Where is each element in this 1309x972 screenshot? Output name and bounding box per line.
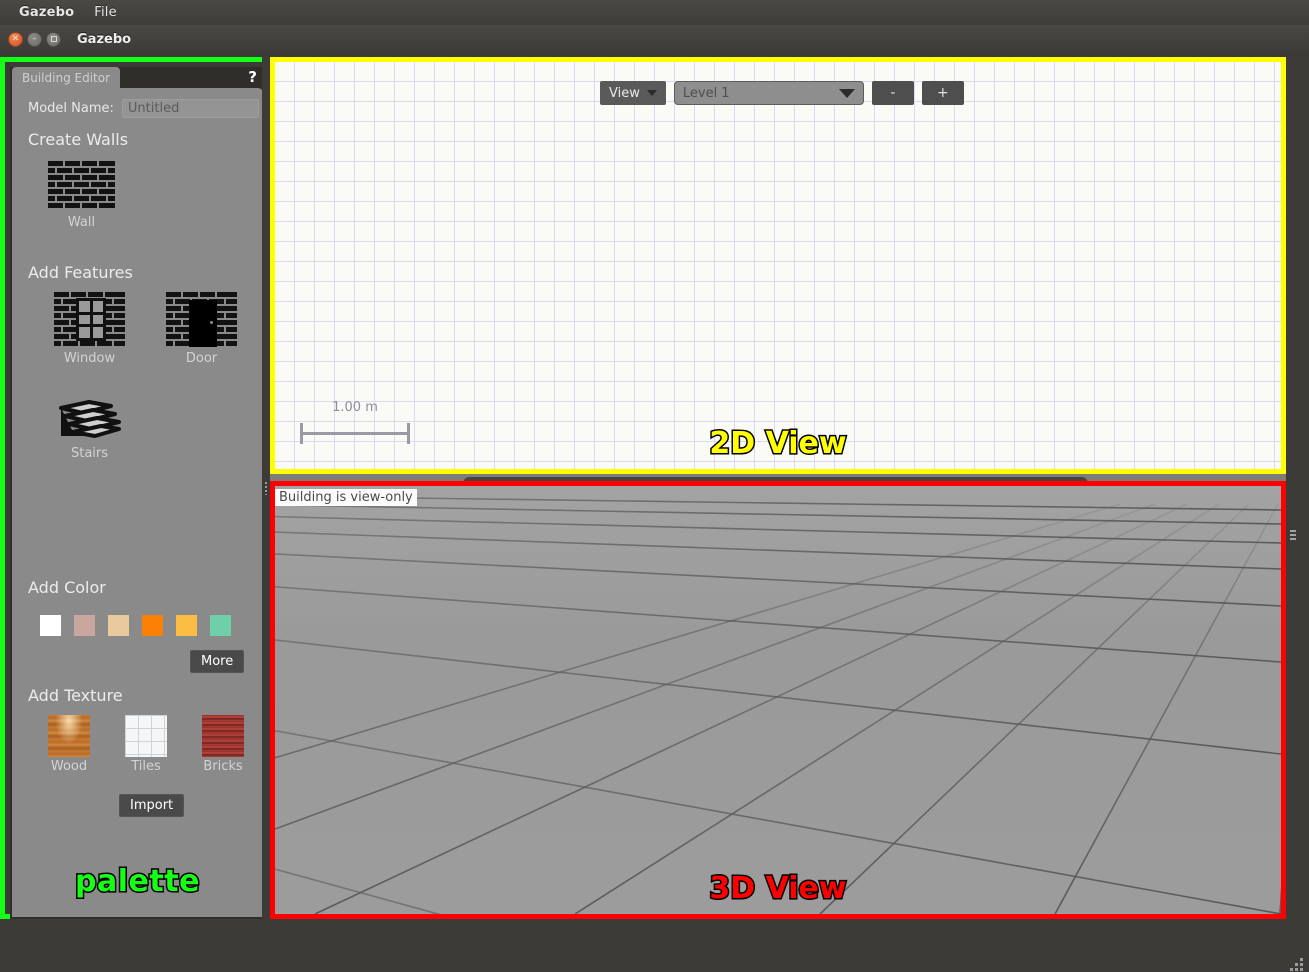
ground-grid (275, 495, 1281, 914)
texture-bricks[interactable]: Bricks (180, 715, 263, 774)
splitter-grip-icon (265, 482, 267, 495)
view2d-toolbar: View Level 1 - + (600, 81, 964, 105)
palette-annotation-box: Building Editor ? Model Name: Untitled C… (0, 57, 270, 919)
level-remove-button[interactable]: - (871, 81, 914, 105)
texture-tiles[interactable]: Tiles (103, 715, 189, 774)
color-swatch-orange[interactable] (142, 615, 163, 636)
tool-door-label: Door (185, 351, 218, 366)
view-menu-button[interactable]: View (600, 81, 666, 105)
chevron-down-icon (646, 90, 657, 96)
help-icon[interactable]: ? (248, 68, 257, 86)
view2d-annotation-label: 2D View (708, 425, 848, 463)
color-swatch-white[interactable] (40, 615, 61, 636)
tab-building-editor[interactable]: Building Editor (12, 67, 121, 88)
window-controls: ✕ – (8, 31, 61, 47)
color-swatch-dusty-rose[interactable] (74, 615, 95, 636)
window-icon (54, 292, 125, 347)
level-select[interactable]: Level 1 (673, 81, 864, 105)
bricks-texture-icon (202, 715, 244, 757)
chevron-down-icon (838, 88, 855, 98)
tool-window-label: Window (63, 351, 116, 366)
view2d-canvas[interactable]: View Level 1 - + 1.00 m 2D View (275, 62, 1281, 469)
global-menu-bar: Gazebo File (0, 0, 1309, 25)
stairs-icon (58, 398, 121, 442)
model-name-label: Model Name: (28, 101, 114, 116)
color-swatch-mint[interactable] (210, 615, 231, 636)
window-title: Gazebo (77, 31, 132, 47)
section-title-create-walls: Create Walls (28, 130, 129, 149)
main-body: Building Editor ? Model Name: Untitled C… (0, 53, 1309, 971)
section-title-add-texture: Add Texture (28, 686, 123, 705)
menu-item-gazebo[interactable]: Gazebo (9, 5, 84, 20)
model-name-row: Model Name: Untitled (28, 99, 259, 118)
view2d-annotation-box: View Level 1 - + 1.00 m 2D View (270, 57, 1286, 474)
view3d-canvas[interactable]: Building is view-only 3D View (275, 486, 1281, 914)
color-swatch-amber[interactable] (176, 615, 197, 636)
texture-wood-label: Wood (50, 759, 88, 774)
texture-bricks-label: Bricks (203, 759, 243, 774)
wood-texture-icon (48, 715, 90, 757)
palette-scroll-area: Model Name: Untitled Create Walls Wall A… (12, 88, 263, 917)
more-colors-button[interactable]: More (190, 650, 245, 673)
view-menu-label: View (609, 85, 640, 101)
palette-view-splitter[interactable] (262, 57, 270, 919)
level-select-value: Level 1 (682, 85, 730, 101)
wall-icon (48, 161, 115, 211)
section-title-add-color: Add Color (28, 578, 106, 597)
palette-annotation-label: palette (74, 863, 201, 901)
scale-label: 1.00 m (332, 400, 378, 415)
right-dock-grip-icon[interactable] (1290, 530, 1296, 542)
view3d-status-text: Building is view-only (275, 489, 417, 506)
palette-tabstrip: Building Editor ? (10, 67, 265, 88)
close-icon[interactable]: ✕ (8, 31, 23, 47)
palette-panel: Building Editor ? Model Name: Untitled C… (10, 67, 265, 919)
level-add-button[interactable]: + (921, 81, 964, 105)
minimize-icon[interactable]: – (27, 31, 42, 47)
texture-wood[interactable]: Wood (26, 715, 112, 774)
texture-tiles-label: Tiles (131, 759, 161, 774)
color-swatch-tan[interactable] (108, 615, 129, 636)
tool-window[interactable]: Window (42, 292, 137, 366)
door-icon (166, 292, 237, 347)
window-resize-grip-icon[interactable] (1290, 958, 1304, 972)
tool-stairs[interactable]: Stairs (42, 398, 137, 461)
model-name-input[interactable]: Untitled (121, 99, 259, 118)
maximize-icon[interactable] (46, 31, 61, 47)
tool-wall[interactable]: Wall (34, 161, 129, 230)
tiles-texture-icon (125, 715, 167, 757)
tool-stairs-label: Stairs (70, 446, 109, 461)
view3d-annotation-label: 3D View (708, 870, 848, 908)
menu-item-file[interactable]: File (84, 5, 127, 20)
import-texture-button[interactable]: Import (119, 794, 185, 817)
tool-wall-label: Wall (67, 215, 96, 230)
view3d-annotation-box: Building is view-only 3D View (270, 481, 1286, 919)
tool-door[interactable]: Door (154, 292, 249, 366)
window-titlebar: ✕ – Gazebo (0, 25, 1309, 53)
section-title-add-features: Add Features (28, 263, 133, 282)
color-swatch-row (40, 615, 231, 636)
